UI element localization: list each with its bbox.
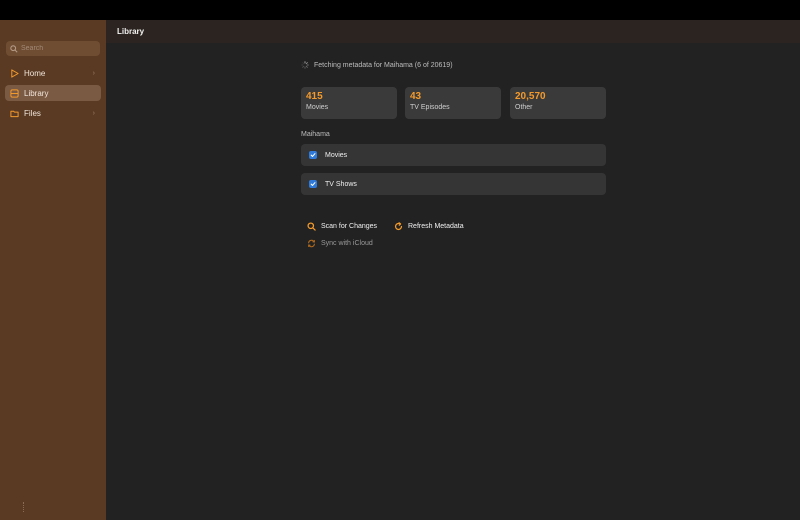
sync-icon: [307, 239, 316, 248]
action-label: Sync with iCloud: [321, 240, 373, 247]
metadata-status: Fetching metadata for Maihama (6 of 2061…: [301, 61, 453, 69]
library-row-tv-shows[interactable]: TV Shows: [301, 173, 606, 195]
stat-label: Other: [515, 104, 533, 111]
chevron-right-icon: ›: [92, 109, 95, 117]
sidebar-item-label: Home: [24, 68, 46, 78]
refresh-metadata-button[interactable]: Refresh Metadata: [394, 222, 464, 231]
status-text: Fetching metadata for Maihama (6 of 2061…: [314, 61, 453, 69]
scan-for-changes-button[interactable]: Scan for Changes: [307, 222, 377, 231]
refresh-icon: [394, 222, 403, 231]
sidebar-item-label: Files: [24, 108, 41, 118]
library-row-movies[interactable]: Movies: [301, 144, 606, 166]
stat-card-movies: 415 Movies: [301, 87, 397, 119]
stat-value: 415: [306, 91, 323, 102]
sync-with-icloud-button[interactable]: Sync with iCloud: [307, 239, 373, 248]
window-top-bar: [0, 0, 800, 20]
chevron-right-icon: ›: [92, 69, 95, 77]
stat-value: 20,570: [515, 91, 546, 102]
tv-shows-checkbox[interactable]: [309, 180, 317, 188]
action-label: Scan for Changes: [321, 223, 378, 230]
library-icon: [10, 88, 19, 98]
search-field[interactable]: [6, 41, 100, 56]
sidebar-item-library[interactable]: Library: [5, 85, 101, 101]
stat-value: 43: [410, 91, 422, 102]
stat-card-tv-episodes: 43 TV Episodes: [405, 87, 501, 119]
search-input[interactable]: [21, 45, 91, 52]
sidebar-item-home[interactable]: Home ›: [5, 65, 101, 81]
action-label: Refresh Metadata: [408, 223, 464, 230]
home-icon: [10, 68, 19, 78]
checkmark-icon: [310, 182, 316, 186]
movies-checkbox[interactable]: [309, 151, 317, 159]
sidebar-resize-handle[interactable]: [23, 502, 25, 512]
stat-card-other: 20,570 Other: [510, 87, 606, 119]
sidebar-item-label: Library: [24, 88, 49, 98]
library-section-title: Maihama: [301, 131, 330, 138]
main-content: Library Fetching metadata for Maihama (6…: [106, 20, 800, 520]
page-title: Library: [106, 20, 800, 43]
row-label: TV Shows: [325, 180, 357, 188]
checkmark-icon: [310, 153, 316, 157]
spinner-icon: [301, 61, 309, 69]
row-label: Movies: [325, 151, 348, 159]
sidebar-item-files[interactable]: Files ›: [5, 105, 101, 121]
folder-icon: [10, 109, 19, 118]
stat-label: Movies: [306, 104, 329, 111]
magnifier-icon: [307, 222, 316, 231]
stat-label: TV Episodes: [410, 104, 450, 111]
search-icon: [10, 44, 18, 53]
sidebar: Home › Library Files ›: [0, 20, 106, 520]
